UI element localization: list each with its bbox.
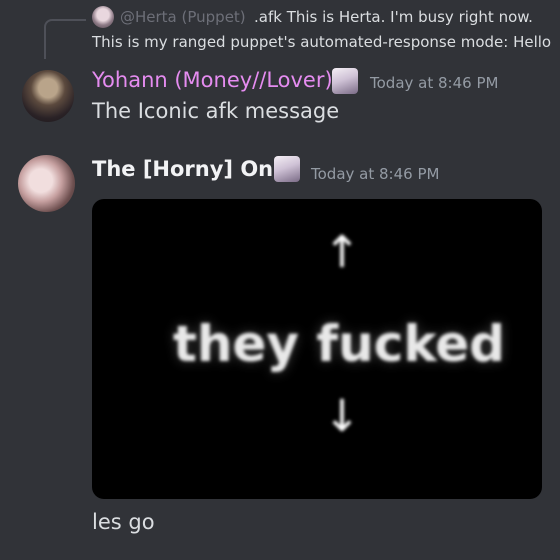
message-author[interactable]: Yohann (Money//Lover) — [92, 68, 333, 92]
message-text: The Iconic afk message — [92, 99, 340, 123]
message-timestamp: Today at 8:46 PM — [370, 74, 499, 92]
role-icon — [274, 156, 300, 182]
reply-text-line2[interactable]: This is my ranged puppet's automated-res… — [92, 33, 551, 51]
reply-text-line1[interactable]: .afk This is Herta. I'm busy right now. — [254, 8, 533, 26]
image-attachment[interactable]: ↑ they fucked they fucked ↓ — [92, 199, 542, 499]
image-text: they fucked — [173, 315, 505, 373]
avatar[interactable] — [22, 70, 74, 122]
role-icon — [332, 68, 358, 94]
avatar[interactable] — [18, 155, 75, 212]
message-timestamp: Today at 8:46 PM — [311, 165, 440, 183]
message-author[interactable]: The [Horny] One — [92, 157, 287, 181]
arrow-up-icon: ↑ — [324, 227, 361, 278]
reply-connector — [44, 19, 86, 59]
attachment-image: ↑ they fucked they fucked ↓ — [173, 227, 505, 442]
reply-author[interactable]: @Herta (Puppet) — [120, 8, 246, 26]
reply-avatar[interactable] — [92, 6, 114, 28]
arrow-down-icon: ↓ — [324, 391, 361, 442]
message-text: les go — [92, 510, 155, 534]
